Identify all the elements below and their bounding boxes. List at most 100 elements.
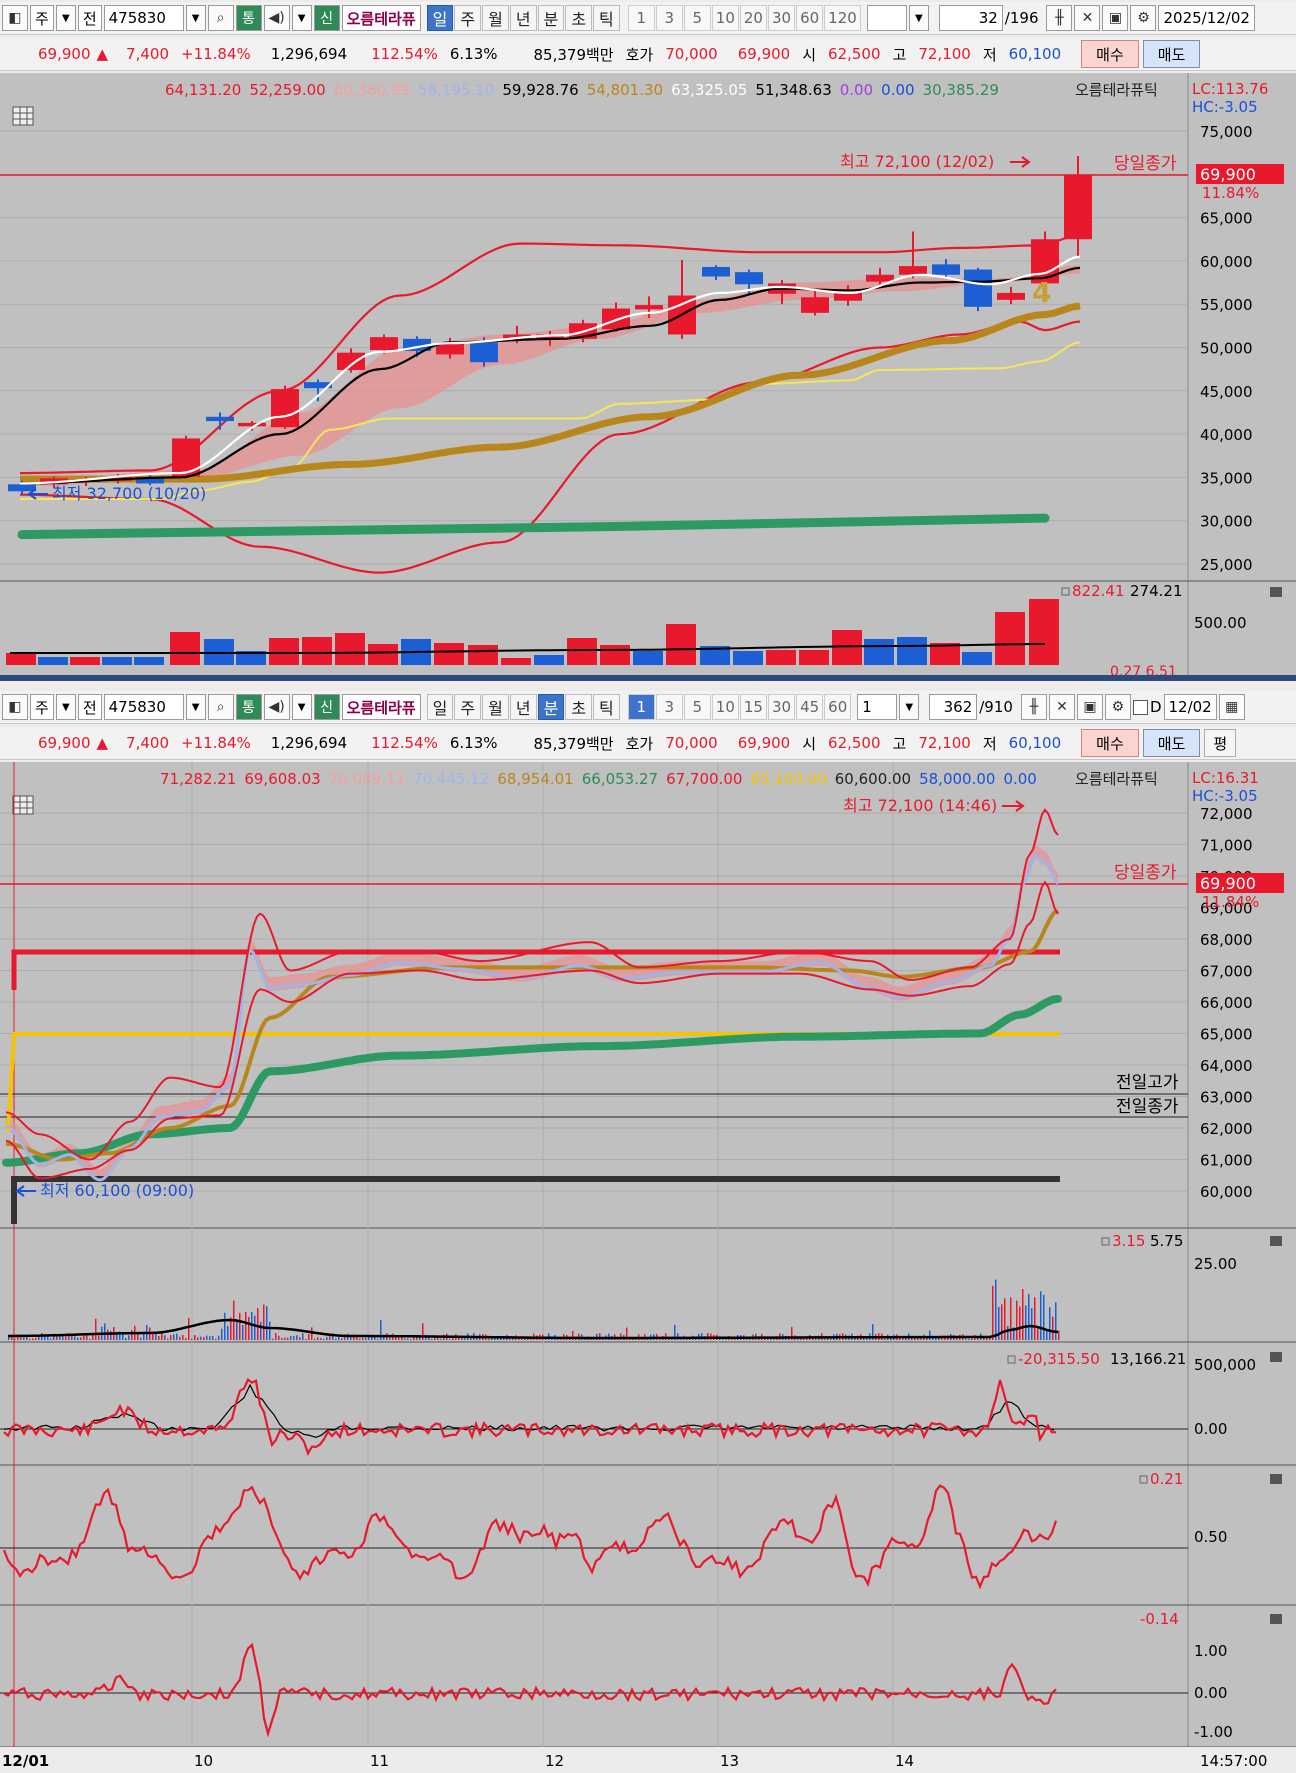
tab-period-0[interactable]: 일 [426, 694, 454, 720]
speaker-icon[interactable]: ◀) [263, 5, 290, 31]
chevron-down-icon[interactable]: ▼ [908, 5, 929, 31]
tab-period-1[interactable]: 주 [454, 694, 482, 720]
interval-button-7[interactable]: 60 [824, 694, 852, 720]
volume-bar [236, 1319, 238, 1340]
gear-icon[interactable]: ⚙ [1130, 5, 1157, 31]
volume-bar [287, 1337, 289, 1340]
close-pane-icon[interactable] [1270, 587, 1282, 597]
interval-button-0[interactable]: 1 [627, 694, 655, 720]
interval-button-0[interactable]: 1 [627, 5, 655, 31]
sin-button[interactable]: 신 [313, 694, 340, 720]
cross-icon[interactable]: ✕ [1074, 5, 1101, 31]
chevron-down-icon[interactable]: ▼ [185, 694, 206, 720]
buy-button[interactable]: 매수 [1081, 40, 1139, 68]
tab-period-0[interactable]: 일 [426, 5, 454, 31]
interval-button-2[interactable]: 5 [683, 694, 711, 720]
tab-period-3[interactable]: 년 [509, 694, 537, 720]
interval-button-6[interactable]: 60 [796, 5, 824, 31]
grid-toggle-icon[interactable] [12, 795, 34, 815]
chevron-down-icon[interactable]: ▼ [291, 694, 312, 720]
interval-button-3[interactable]: 10 [711, 5, 739, 31]
stock-name-field[interactable]: 오름테라퓨 [341, 694, 421, 720]
daily-chart-panel[interactable]: 75,00070,00065,00060,00055,00050,00045,0… [0, 73, 1296, 680]
interval-input[interactable] [866, 5, 907, 31]
market-select[interactable]: 주 [30, 5, 54, 31]
chevron-down-icon[interactable]: ▼ [55, 694, 76, 720]
date-input[interactable]: 2025/12/02 [1158, 5, 1255, 31]
chevron-down-icon[interactable]: ▼ [291, 5, 312, 31]
tab-period-2[interactable]: 월 [482, 5, 509, 31]
tab-period-1[interactable]: 주 [454, 5, 482, 31]
chevron-down-icon[interactable]: ▼ [899, 694, 920, 720]
daily-chart[interactable]: 75,00070,00065,00060,00055,00050,00045,0… [0, 73, 1296, 680]
speaker-icon[interactable]: ◀) [263, 694, 290, 720]
pyeong-button[interactable]: 평 [1204, 729, 1237, 757]
candle-icon[interactable]: ╫ [1020, 694, 1047, 720]
tong-button[interactable]: 통 [235, 5, 262, 31]
interval-button-4[interactable]: 20 [739, 5, 767, 31]
close-pane-icon[interactable] [1270, 1352, 1282, 1362]
cross-icon[interactable]: ✕ [1048, 694, 1075, 720]
code-input[interactable]: 475830 [103, 5, 184, 31]
candle-body [997, 292, 1025, 300]
prev-button[interactable]: 전 [77, 5, 102, 31]
grid-toggle-icon[interactable] [12, 106, 34, 126]
prev-button[interactable]: 전 [77, 694, 102, 720]
tab-period-3[interactable]: 년 [509, 5, 537, 31]
volume-bar [377, 1338, 379, 1340]
layout-icon[interactable]: ◧ [2, 5, 28, 31]
interval-button-4[interactable]: 15 [739, 694, 767, 720]
y-tick: 68,000 [1200, 931, 1253, 949]
count-input[interactable]: 362 [929, 694, 978, 720]
interval-button-1[interactable]: 3 [655, 5, 683, 31]
candle-icon[interactable]: ╫ [1046, 5, 1073, 31]
tong-button[interactable]: 통 [235, 694, 262, 720]
calendar-icon[interactable]: ▦ [1218, 694, 1245, 720]
tab-period-2[interactable]: 월 [482, 694, 509, 720]
search-icon[interactable]: ⌕ [207, 5, 234, 31]
y-tick: 35,000 [1200, 469, 1253, 487]
window-divider[interactable] [0, 675, 1296, 681]
close-pane-icon[interactable] [1270, 1236, 1282, 1246]
layout-icon[interactable]: ◧ [2, 694, 28, 720]
tab-period-6[interactable]: 틱 [593, 5, 620, 31]
interval-button-6[interactable]: 45 [796, 694, 824, 720]
volume-bar [404, 1338, 406, 1340]
count-input[interactable]: 32 [938, 5, 1003, 31]
close-pane-icon[interactable] [1270, 1474, 1282, 1484]
volume-bar [95, 1318, 97, 1340]
buy-button[interactable]: 매수 [1081, 729, 1139, 757]
sell-button[interactable]: 매도 [1142, 729, 1201, 757]
minute-chart-panel[interactable]: 72,00071,00070,00069,00068,00067,00066,0… [0, 762, 1296, 1773]
tab-period-5[interactable]: 초 [565, 5, 593, 31]
date-input[interactable]: 12/02 [1163, 694, 1217, 720]
tab-period-4[interactable]: 분 [537, 694, 565, 720]
interval-button-1[interactable]: 3 [655, 694, 683, 720]
volume-bar [281, 1338, 283, 1340]
minute-chart[interactable]: 72,00071,00070,00069,00068,00067,00066,0… [0, 762, 1296, 1773]
sell-button[interactable]: 매도 [1142, 40, 1201, 68]
search-icon[interactable]: ⌕ [207, 694, 234, 720]
tab-period-4[interactable]: 분 [537, 5, 565, 31]
tab-period-6[interactable]: 틱 [593, 694, 620, 720]
volume-bar [1049, 1307, 1051, 1340]
gear-icon[interactable]: ⚙ [1104, 694, 1131, 720]
interval-input[interactable]: 1 [857, 694, 898, 720]
checkbox[interactable] [1132, 699, 1148, 715]
chevron-down-icon[interactable]: ▼ [185, 5, 206, 31]
interval-button-3[interactable]: 10 [711, 694, 739, 720]
interval-button-2[interactable]: 5 [683, 5, 711, 31]
market-select[interactable]: 주 [30, 694, 54, 720]
save-icon[interactable]: ▣ [1102, 5, 1129, 31]
chevron-down-icon[interactable]: ▼ [55, 5, 76, 31]
interval-button-5[interactable]: 30 [767, 5, 796, 31]
close-pane-icon[interactable] [1270, 1614, 1282, 1624]
sin-button[interactable]: 신 [313, 5, 340, 31]
save-icon[interactable]: ▣ [1076, 694, 1103, 720]
x-tick: 12/01 [2, 1752, 49, 1770]
interval-button-5[interactable]: 30 [767, 694, 796, 720]
tab-period-5[interactable]: 초 [565, 694, 593, 720]
code-input[interactable]: 475830 [103, 694, 184, 720]
stock-name-field[interactable]: 오름테라퓨 [341, 5, 421, 31]
interval-button-7[interactable]: 120 [824, 5, 861, 31]
